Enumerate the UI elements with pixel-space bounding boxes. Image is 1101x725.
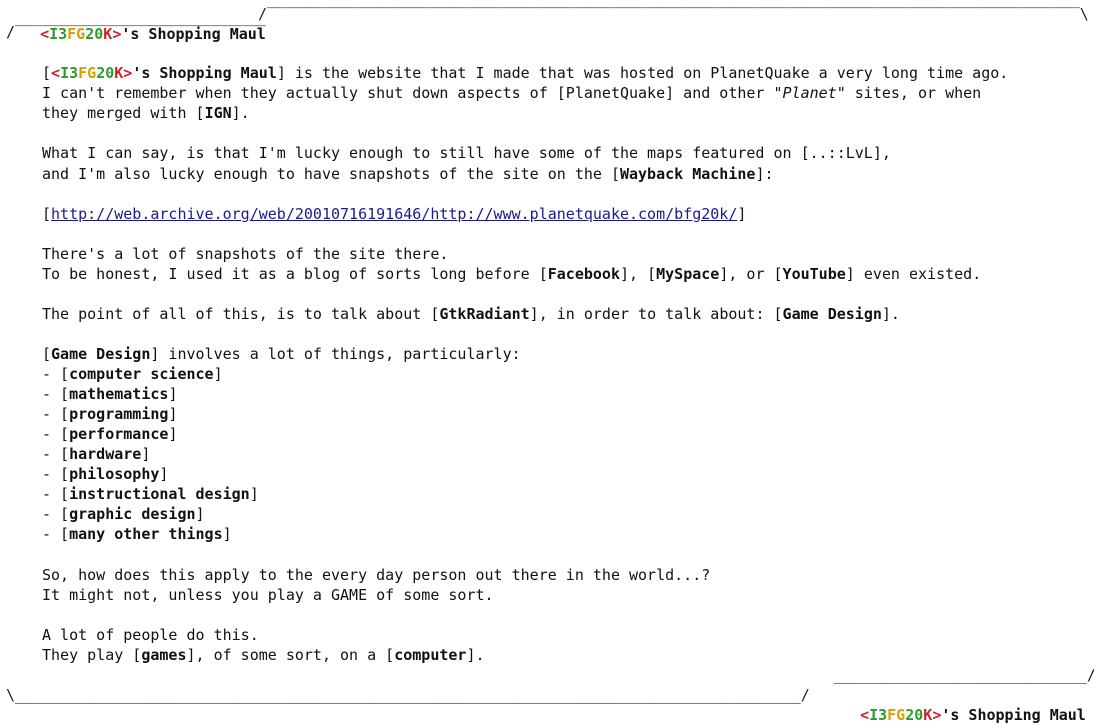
point-line: The point of all of this, is to talk abo… — [42, 305, 900, 323]
list-item: - [computer science] — [42, 365, 223, 383]
facebook-link[interactable]: Facebook — [548, 265, 620, 283]
people-line-2: They play [games], of some sort, on a [c… — [42, 646, 485, 664]
ign-link[interactable]: IGN — [205, 104, 232, 122]
youtube-link[interactable]: YouTube — [783, 265, 846, 283]
frame-top-right: /‾‾‾‾‾‾‾‾‾‾‾‾‾‾‾‾‾‾‾‾‾‾‾‾‾‾‾‾‾‾‾‾‾‾‾‾‾‾‾… — [258, 5, 1088, 23]
hardware-link[interactable]: hardware — [69, 445, 141, 463]
list-item: - [graphic design] — [42, 505, 205, 523]
mathematics-link[interactable]: mathematics — [69, 385, 168, 403]
frame-bottom-left: \_______________________________________… — [6, 686, 810, 704]
game-design-intro: [Game Design] involves a lot of things, … — [42, 345, 521, 363]
game-design-link[interactable]: Game Design — [783, 305, 882, 323]
instructional-design-link[interactable]: instructional design — [69, 485, 250, 503]
footer-site-title: <I3FG20K>'s Shopping Maul — [860, 706, 1086, 724]
wayback-machine-link[interactable]: Wayback Machine — [620, 165, 755, 183]
maps-line-2: and I'm also lucky enough to have snapsh… — [42, 165, 774, 183]
intro-line-2: I can't remember when they actually shut… — [42, 84, 982, 102]
gtkradiant-link[interactable]: GtkRadiant — [439, 305, 529, 323]
archive-url-link[interactable]: http://web.archive.org/web/2001071619164… — [51, 205, 737, 223]
people-line-1: A lot of people do this. — [42, 626, 259, 644]
game-design-link-2[interactable]: Game Design — [51, 345, 150, 363]
list-item: - [mathematics] — [42, 385, 178, 403]
list-item: - [performance] — [42, 425, 178, 443]
graphic-design-link[interactable]: graphic design — [69, 505, 195, 523]
apply-line-2: It might not, unless you play a GAME of … — [42, 586, 494, 604]
many-other-things-link[interactable]: many other things — [69, 525, 223, 543]
frame-top-left: /‾‾‾‾‾‾‾‾‾‾‾‾‾‾‾‾‾‾‾‾‾‾‾‾‾‾‾‾ — [6, 23, 266, 41]
intro-line-3: they merged with [IGN]. — [42, 104, 250, 122]
list-item: - [instructional design] — [42, 485, 259, 503]
performance-link[interactable]: performance — [69, 425, 168, 443]
myspace-link[interactable]: MySpace — [656, 265, 719, 283]
snapshots-line-2: To be honest, I used it as a blog of sor… — [42, 265, 982, 283]
intro-line-1: [<I3FG20K>'s Shopping Maul] is the websi… — [42, 64, 1009, 82]
computer-link[interactable]: computer — [394, 646, 466, 664]
apply-line-1: So, how does this apply to the every day… — [42, 566, 711, 584]
programming-link[interactable]: programming — [69, 405, 168, 423]
list-item: - [many other things] — [42, 525, 232, 543]
list-item: - [programming] — [42, 405, 178, 423]
snapshots-line-1: There's a lot of snapshots of the site t… — [42, 245, 449, 263]
games-link[interactable]: games — [141, 646, 186, 664]
list-item: - [philosophy] — [42, 465, 169, 483]
header-site-title: <I3FG20K>'s Shopping Maul — [40, 25, 266, 43]
archive-link-line: [http://web.archive.org/web/200107161916… — [42, 205, 747, 223]
philosophy-link[interactable]: philosophy — [69, 465, 159, 483]
frame-bottom-right: ____________________________/ — [834, 666, 1094, 684]
maps-line-1: What I can say, is that I'm lucky enough… — [42, 144, 891, 162]
computer-science-link[interactable]: computer science — [69, 365, 214, 383]
list-item: - [hardware] — [42, 445, 151, 463]
